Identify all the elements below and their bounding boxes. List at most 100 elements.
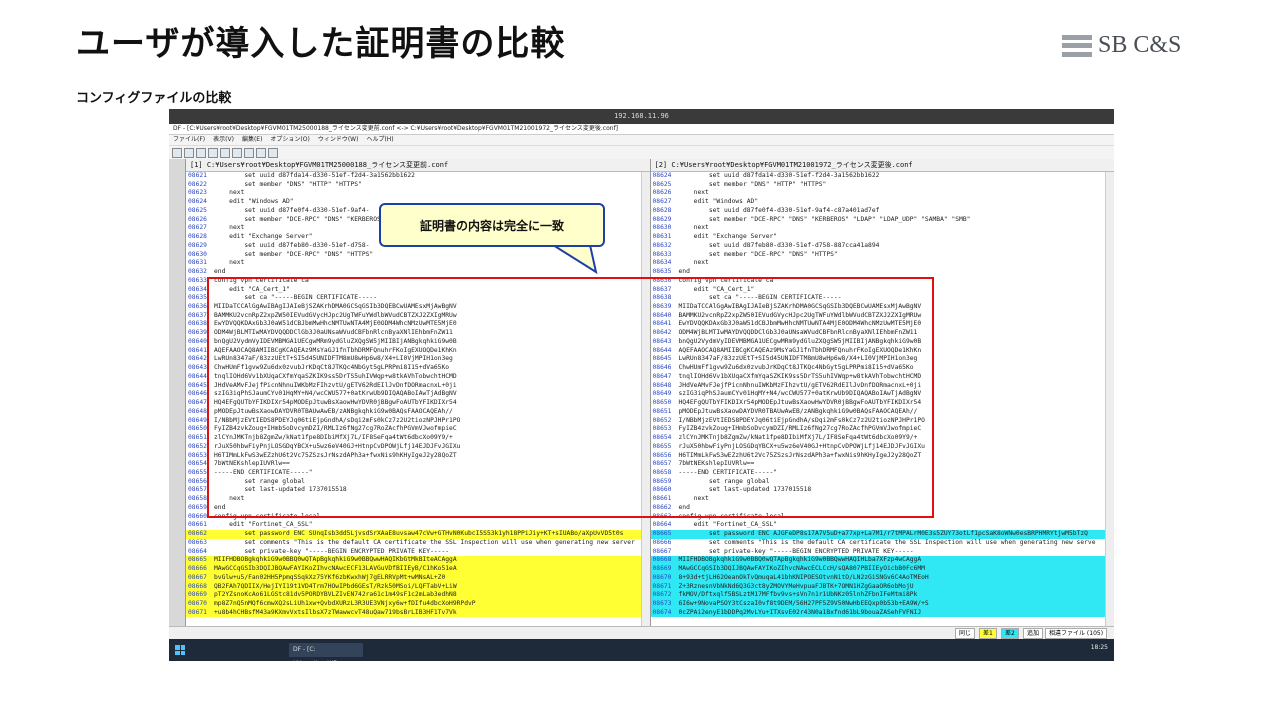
line-number: 08669 [187, 591, 207, 599]
line-number: 08665 [187, 556, 207, 564]
line-number: 08626 [652, 189, 672, 197]
code-line: 08672 fkMOV/Dftxqlf5BSLztM17MFfbv9vs+sVn7… [650, 591, 1107, 600]
taskbar-app[interactable]: DF - [C:¥Users¥root¥D... [289, 643, 363, 661]
code-line: 08628 set uuid d87fe0f4-d330-51ef-9af4-c… [651, 207, 1107, 216]
code-line: 08670 8+93d+tjLH62OeanOkTvQmuqaL41bhKNIPO… [650, 573, 1107, 583]
line-number: 08634 [652, 259, 672, 267]
line-text: set password ENC AJGFeDP8s17A7V5uD+a77xp… [678, 530, 1088, 538]
line-number: 08631 [187, 259, 207, 267]
line-text: edit "Windows AD" [213, 198, 294, 206]
line-number: 08670 [187, 599, 207, 607]
line-text: MAwGCCqGSIb3DQIJBQAwFAYIKoZIhvcNAwcECF13… [213, 565, 457, 573]
code-line: 08662 set password ENC SUnqIsb3dd5LjvsdS… [185, 530, 642, 539]
menu-item[interactable]: ヘルプ(H) [366, 136, 393, 143]
line-text: Z+3RznesnVbNkNd6Q3G3ct8yZMOVYMeHvpuaFJBT… [678, 582, 914, 590]
status-same: 同じ [955, 628, 976, 639]
line-text: pT2YZsnoKcAo61LGStc81dv5PORDYBVLZIvEN742… [213, 591, 457, 599]
line-text: fkMOV/Dftxqlf5BSLztM17MFfbv9vs+sVn7n1r1U… [678, 591, 918, 599]
slide-subtitle: コンフィグファイルの比較 [76, 91, 232, 106]
line-number: 08629 [187, 241, 207, 249]
code-line: 08670 mp8Z7nQ5nMQf6cmwXQ2sLiUh1xw+QvbdXUR… [185, 599, 642, 609]
right-scrollbar[interactable] [1105, 172, 1114, 626]
line-number: 08668 [652, 556, 672, 564]
toolbar-help-icon[interactable] [268, 148, 278, 158]
windows-start-icon[interactable] [175, 645, 185, 655]
line-number: 08631 [652, 233, 672, 241]
line-text: edit "Exchange Server" [678, 233, 778, 241]
menu-item[interactable]: ウィンドウ(W) [318, 136, 359, 143]
line-number: 08667 [652, 547, 672, 555]
code-line: 08665 MIIFHDBOBgkqhkiG9w0BBQ0wQTApBgkqhki… [185, 556, 642, 566]
line-number: 08625 [652, 180, 672, 188]
line-number: 08626 [187, 215, 207, 223]
toolbar-add-icon[interactable] [256, 148, 266, 158]
line-text: QB2FAh7QDIIX/HejIYI19t1VD4Trm7HOwIPbd6GE… [213, 582, 457, 590]
line-text: bvGlw+u5/Fan02HH5PpmqSSqkXz75YKf6zbKwxhW… [213, 573, 446, 581]
left-pane-path: [1] C:¥Users¥root¥Desktop¥FGVM01TM250001… [185, 159, 650, 172]
remote-title: 192.168.11.96 [169, 109, 1114, 124]
taskbar: DF - [C:¥Users¥root¥D... 18:25 [169, 639, 1114, 661]
toolbar-next-icon[interactable] [220, 148, 230, 158]
line-number: 08669 [652, 565, 672, 573]
certificate-highlight-box [207, 277, 934, 518]
company-logo: SB C&S [1062, 32, 1181, 59]
code-line: 08621 set uuid d87fda14-d330-51ef-f2d4-3… [186, 172, 642, 181]
callout-note: 証明書の内容は完全に一致 [379, 203, 605, 247]
toolbar-open-icon[interactable] [172, 148, 182, 158]
line-number: 08667 [187, 573, 207, 581]
code-line: 08671 Z+3RznesnVbNkNd6Q3G3ct8yZMOVYMeHvpu… [650, 582, 1107, 592]
code-line: 08668 MIIFHDBOBgkqhkiG9w0BBQ0wQTApBgkqhki… [650, 556, 1107, 566]
line-text: MIIFHDBOBgkqhkiG9w0BBQ0wQTApBgkqhkiG9w0B… [678, 556, 922, 564]
toolbar-copy-icon[interactable] [232, 148, 242, 158]
line-number: 08624 [187, 198, 207, 206]
line-text: next [213, 259, 245, 267]
line-text: +u8b4hCHBsfM43a9KXmvVxtsIlbsX7zTWawwcvT4… [213, 608, 457, 616]
code-line: 08664 set private-key "-----BEGIN ENCRYP… [186, 548, 642, 557]
line-number: 08668 [187, 582, 207, 590]
status-info: 相違ファイル (105) [1045, 628, 1108, 639]
line-number: 08635 [652, 268, 672, 276]
line-text: set comments "This is the default CA cer… [678, 538, 1096, 546]
line-number: 08664 [652, 521, 672, 529]
code-line: 08674 0cZPAi2enyE1bDDPq2MvLYu+ITXsvE02r43… [650, 608, 1107, 618]
toolbar-compare-icon[interactable] [196, 148, 206, 158]
line-number: 08665 [652, 530, 672, 538]
menu-item[interactable]: ファイル(F) [173, 136, 205, 143]
line-text: set member "DNS" "HTTP" "HTTPS" [678, 180, 827, 188]
code-line: 08663 set comments "This is the default … [186, 539, 642, 548]
code-line: 08630 next [651, 224, 1107, 233]
code-line: 08666 set comments "This is the default … [651, 539, 1107, 548]
line-number: 08673 [652, 599, 672, 607]
line-text: 6I6w+9NovaPSOY3tCszaI0vf8t9DEM/56H27PF5Z… [678, 599, 929, 607]
line-text: end [678, 268, 690, 276]
line-text: set uuid d87fe0f4-d330-51ef-9af4- [213, 206, 370, 214]
line-text: 0cZPAi2enyE1bDDPq2MvLYu+ITXsvE02r43N0a1B… [678, 608, 922, 616]
diff-overview[interactable] [169, 159, 185, 626]
code-line: 08632 set uuid d87feb80-d330-51ef-d758-8… [651, 242, 1107, 251]
code-line: 08629 set member "DCE-RPC" "DNS" "KERBER… [651, 216, 1107, 225]
line-number: 08663 [187, 538, 207, 546]
menu-item[interactable]: 編集(E) [242, 136, 262, 143]
line-number: 08671 [187, 608, 207, 616]
line-number: 08671 [652, 582, 672, 590]
line-text: set private-key "-----BEGIN ENCRYPTED PR… [213, 547, 450, 555]
line-text: set uuid d87fda14-d330-51ef-f2d4-3a1562b… [678, 172, 880, 179]
line-text: edit "Exchange Server" [213, 233, 313, 241]
line-number: 08621 [187, 172, 207, 179]
line-number: 08628 [187, 233, 207, 241]
line-text: edit "Fortinet_CA_SSL" [213, 521, 313, 529]
code-line: 08661 edit "Fortinet_CA_SSL" [186, 521, 642, 530]
code-line: 08671 +u8b4hCHBsfM43a9KXmvVxtsIlbsX7zTWaw… [185, 608, 642, 618]
toolbar-paste-icon[interactable] [244, 148, 254, 158]
line-number: 08662 [187, 530, 207, 538]
line-number: 08629 [652, 215, 672, 223]
toolbar-refresh-icon[interactable] [184, 148, 194, 158]
line-text: next [678, 224, 709, 232]
code-line: 08627 edit "Windows AD" [651, 198, 1107, 207]
toolbar-prev-icon[interactable] [208, 148, 218, 158]
code-line: 08626 next [651, 189, 1107, 198]
menu-item[interactable]: オプション(O) [270, 136, 309, 143]
menu-item[interactable]: 表示(V) [213, 136, 234, 143]
status-diff1: 差1 [979, 628, 997, 639]
line-number: 08623 [187, 189, 207, 197]
